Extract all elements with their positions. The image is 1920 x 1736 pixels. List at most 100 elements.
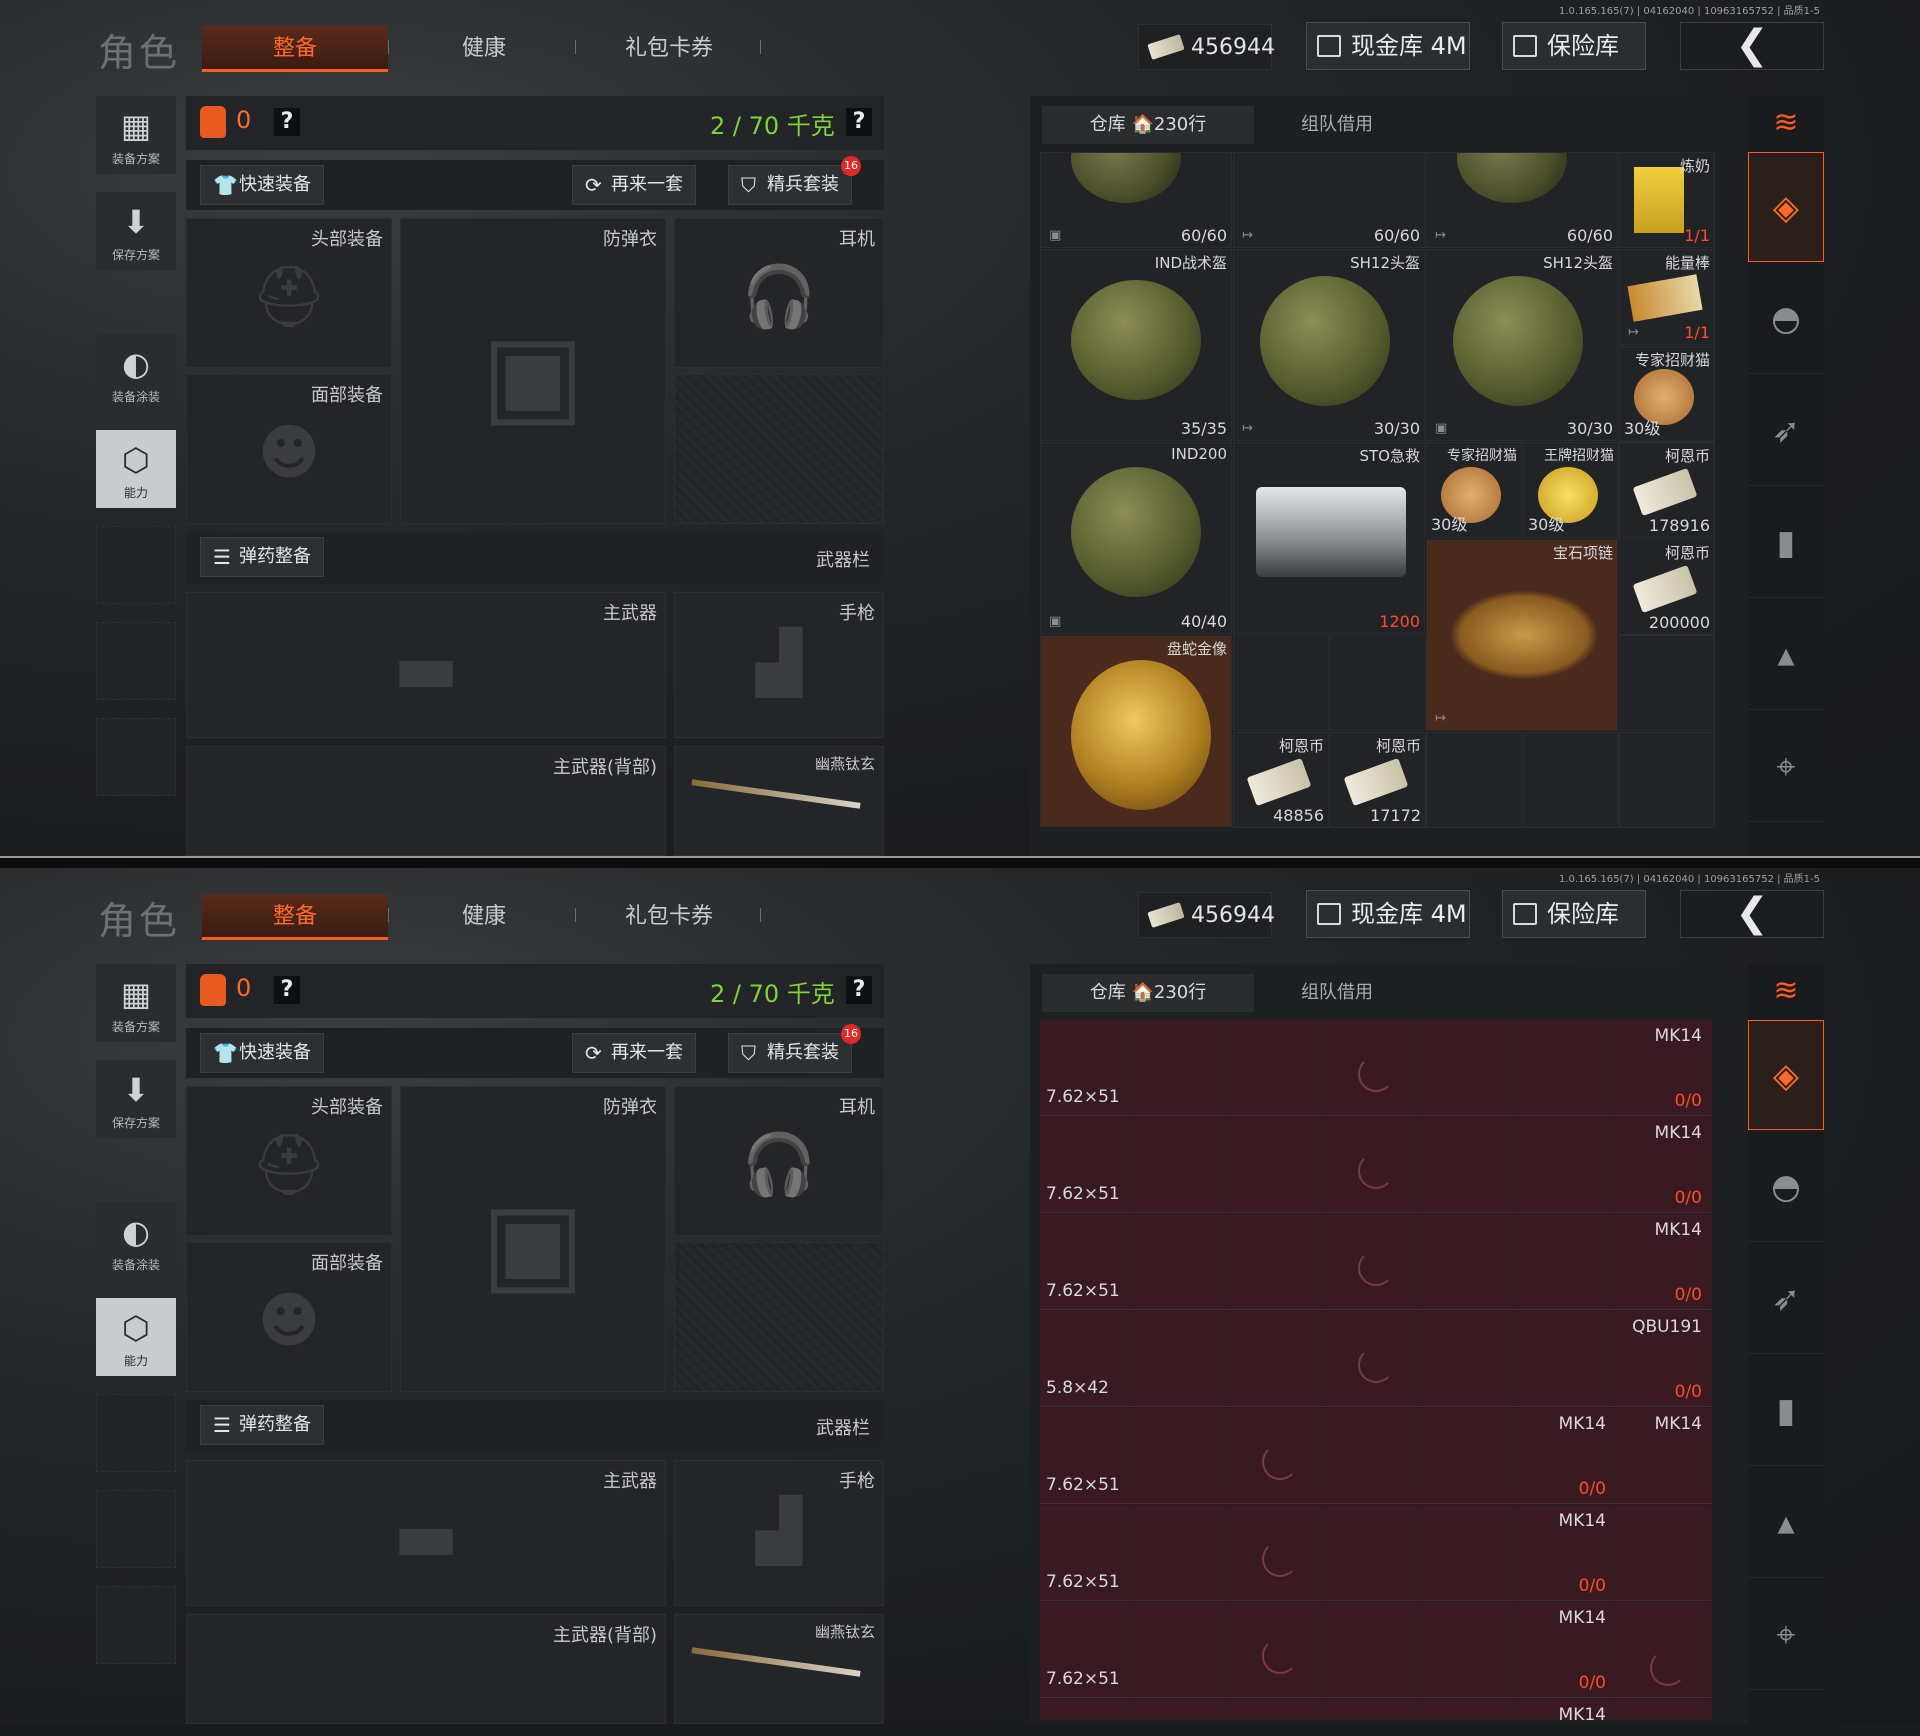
help-icon[interactable]: ? [274,108,300,136]
item-cell-empty[interactable] [1426,732,1522,828]
item-cell[interactable]: 柯恩币 200000 [1619,539,1715,635]
tab-warehouse[interactable]: 仓库 🏠230行 [1042,106,1254,144]
item-cell[interactable]: 专家招财猫 30级 [1426,442,1522,538]
category-rifle-icon[interactable]: ➶ [1748,1244,1824,1354]
slot-armor[interactable]: 防弹衣 ▣ [400,1086,666,1392]
item-cell-empty[interactable] [1523,732,1619,828]
item-cell-empty[interactable] [1330,635,1426,731]
nav-save[interactable]: ⬇ 保存方案 [96,1060,176,1138]
tab-health[interactable]: 健康 [410,26,558,72]
ammo-row[interactable]: 7.62×51 MK14 0/0 [1040,1505,1712,1601]
ammo-row[interactable]: 5.8×42 QBU191 0/0 [1040,1311,1712,1407]
item-cell-empty[interactable] [1619,635,1715,731]
tab-team-borrow[interactable]: 组队借用 [1262,106,1412,144]
weight-help-icon[interactable]: ? [846,108,872,136]
item-cell-empty[interactable] [1233,635,1329,731]
ammo-prep-button[interactable]: ☰ 弹药整备 [200,1405,324,1445]
ammo-row[interactable]: MK14 [1040,1699,1712,1720]
cash-vault-button[interactable]: 现金库 4M [1306,890,1470,938]
again-button[interactable]: ⟳ 再来一套 [572,1033,696,1073]
again-button[interactable]: ⟳ 再来一套 [572,165,696,205]
sort-icon[interactable]: ≋ [1748,964,1824,1018]
ammo-row[interactable]: 7.62×51 MK14 0/0 MK14 [1040,1408,1712,1504]
tab-gifts[interactable]: 礼包卡券 [580,894,758,940]
slot-pistol[interactable]: 手枪 ▟ [674,592,884,738]
item-cell[interactable]: ↦ 60/60 [1426,152,1618,248]
slot-melee[interactable]: 幽燕钛玄 [674,746,884,856]
elite-set-button[interactable]: ⛉ 精兵套装 16 [728,156,861,205]
category-scope-icon[interactable]: ⌖ [1748,712,1824,822]
tab-health[interactable]: 健康 [410,894,558,940]
item-cell[interactable]: STO急救 1200 [1233,442,1425,634]
back-button[interactable]: ❮ [1680,22,1824,70]
back-button[interactable]: ❮ [1680,890,1824,938]
slot-face[interactable]: 面部装备 ☻ [186,1242,392,1392]
ammo-row[interactable]: 7.62×51 MK14 0/0 [1040,1602,1712,1698]
item-cell[interactable]: ↦ 能量棒 1/1 [1619,249,1715,345]
category-all-icon[interactable]: ◈ [1748,152,1824,262]
cash-vault-button[interactable]: 现金库 4M [1306,22,1470,70]
sort-icon[interactable]: ≋ [1748,96,1824,150]
tab-warehouse[interactable]: 仓库 🏠230行 [1042,974,1254,1012]
tab-gifts[interactable]: 礼包卡券 [580,26,758,72]
item-cell[interactable]: ▣ SH12头盔 30/30 [1426,249,1618,441]
ammo-row[interactable]: 7.62×51 MK14 0/0 [1040,1214,1712,1310]
ammo-row[interactable]: 7.62×51 MK14 0/0 [1040,1020,1712,1116]
slot-ear[interactable]: 耳机 🎧 [674,218,884,368]
item-cell[interactable]: 王牌招财猫 30级 [1523,442,1619,538]
nav-ability[interactable]: ⬡ 能力 [96,430,176,508]
category-ammo-icon[interactable]: ▴ [1748,600,1824,710]
screenshot-divider [0,856,1920,868]
category-helmet-icon[interactable]: ◓ [1748,1132,1824,1242]
nav-paint[interactable]: ◐ 装备涂装 [96,334,176,412]
tab-equip[interactable]: 整备 [202,26,388,72]
category-magazine-icon[interactable]: ▮ [1748,488,1824,598]
help-icon[interactable]: ? [274,976,300,1004]
nav-ability[interactable]: ⬡ 能力 [96,1298,176,1376]
slot-armor[interactable]: 防弹衣 ▣ [400,218,666,524]
safe-button[interactable]: 保险库 [1502,22,1646,70]
item-cell[interactable]: IND战术盔 35/35 [1040,249,1232,441]
category-all-icon[interactable]: ◈ [1748,1020,1824,1130]
category-ammo-icon[interactable]: ▴ [1748,1468,1824,1578]
slot-melee[interactable]: 幽燕钛玄 [674,1614,884,1724]
item-cell[interactable]: ↦ SH12头盔 30/30 [1233,249,1425,441]
slot-main-weapon[interactable]: 主武器 ▬ [186,1460,666,1606]
item-cell[interactable]: ↦ 60/60 [1233,152,1425,248]
item-cell[interactable]: 炼奶 1/1 [1619,152,1715,248]
tab-team-borrow[interactable]: 组队借用 [1262,974,1412,1012]
slot-main-back[interactable]: 主武器(背部) [186,746,666,856]
nav-save[interactable]: ⬇ 保存方案 [96,192,176,270]
weight-help-icon[interactable]: ? [846,976,872,1004]
quick-equip-button[interactable]: 👕 快速装备 [200,165,324,205]
category-scope-icon[interactable]: ⌖ [1748,1580,1824,1690]
category-magazine-icon[interactable]: ▮ [1748,1356,1824,1466]
slot-main-back[interactable]: 主武器(背部) [186,1614,666,1724]
item-cell[interactable]: ▣ IND200 40/40 [1040,442,1232,634]
elite-set-button[interactable]: ⛉ 精兵套装 16 [728,1024,861,1073]
item-cell[interactable]: 盘蛇金像 [1040,635,1232,827]
category-helmet-icon[interactable]: ◓ [1748,264,1824,374]
slot-head[interactable]: 头部装备 ⛑ [186,218,392,368]
item-cell[interactable]: ↦ 宝石项链 [1426,539,1618,731]
safe-button[interactable]: 保险库 [1502,890,1646,938]
nav-loadout[interactable]: ▦ 装备方案 [96,964,176,1042]
item-cell[interactable]: 柯恩币 48856 [1233,732,1329,828]
slot-pistol[interactable]: 手枪 ▟ [674,1460,884,1606]
item-cell[interactable]: 柯恩币 17172 [1330,732,1426,828]
slot-ear[interactable]: 耳机 🎧 [674,1086,884,1236]
item-cell[interactable]: ▣ 60/60 [1040,152,1232,248]
slot-face[interactable]: 面部装备 ☻ [186,374,392,524]
ammo-row[interactable]: 7.62×51 MK14 0/0 [1040,1117,1712,1213]
tab-equip[interactable]: 整备 [202,894,388,940]
quick-equip-button[interactable]: 👕 快速装备 [200,1033,324,1073]
nav-paint[interactable]: ◐ 装备涂装 [96,1202,176,1280]
slot-main-weapon[interactable]: 主武器 ▬ [186,592,666,738]
item-cell[interactable]: 柯恩币 178916 [1619,442,1715,538]
category-rifle-icon[interactable]: ➶ [1748,376,1824,486]
nav-loadout[interactable]: ▦ 装备方案 [96,96,176,174]
ammo-prep-button[interactable]: ☰ 弹药整备 [200,537,324,577]
slot-head[interactable]: 头部装备 ⛑ [186,1086,392,1236]
item-cell[interactable]: 专家招财猫 30级 [1619,346,1715,442]
item-cell-empty[interactable] [1619,732,1715,828]
